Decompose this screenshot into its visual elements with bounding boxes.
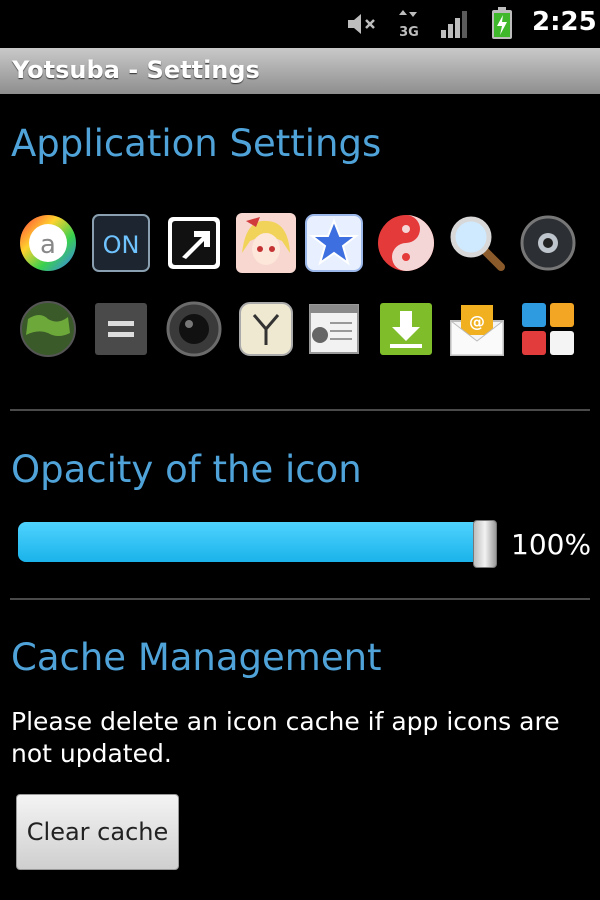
svg-text:a: a (40, 230, 56, 260)
yin-yang-icon[interactable] (376, 213, 436, 273)
equals-icon[interactable] (91, 299, 151, 359)
signal-icon (440, 10, 470, 38)
svg-text:ON: ON (103, 231, 140, 259)
svg-text:3G: 3G (399, 25, 419, 39)
battery-icon (490, 6, 514, 40)
opacity-value: 100% (511, 528, 592, 561)
section-divider (10, 409, 590, 411)
app-title: Yotsuba - Settings (12, 56, 260, 84)
camera-lens-icon[interactable] (164, 299, 224, 359)
dark-button-icon[interactable] (518, 213, 578, 273)
svg-text:@: @ (469, 312, 485, 331)
data-3g-icon: 3G (398, 9, 420, 40)
cache-management-heading: Cache Management (11, 636, 382, 679)
opacity-slider-fill (18, 522, 488, 562)
globe-icon[interactable] (18, 299, 78, 359)
notebook-icon[interactable] (304, 299, 364, 359)
clock-time: 2:25 (532, 7, 597, 37)
section-divider (10, 598, 590, 600)
aicon-icon[interactable]: a (18, 213, 78, 273)
download-icon[interactable] (376, 299, 436, 359)
star-icon[interactable] (304, 213, 364, 273)
clear-cache-button[interactable]: Clear cache (16, 794, 179, 870)
opacity-slider[interactable] (18, 522, 488, 562)
opacity-heading: Opacity of the icon (11, 448, 362, 491)
clock-icon[interactable] (236, 299, 296, 359)
application-settings-heading: Application Settings (11, 122, 382, 165)
opacity-slider-thumb[interactable] (473, 520, 497, 568)
tiles-icon[interactable] (518, 299, 578, 359)
title-bar: Yotsuba - Settings (0, 48, 600, 94)
anime-girl-icon[interactable] (236, 213, 296, 273)
cache-description: Please delete an icon cache if app icons… (11, 707, 560, 768)
email-icon[interactable]: @ (447, 299, 507, 359)
status-bar: 3G 2:25 (0, 0, 600, 48)
shortcut-arrow-icon[interactable] (164, 213, 224, 273)
magnifier-icon[interactable] (447, 213, 507, 273)
on-switch-icon[interactable]: ON (91, 213, 151, 273)
mute-icon (346, 12, 378, 36)
